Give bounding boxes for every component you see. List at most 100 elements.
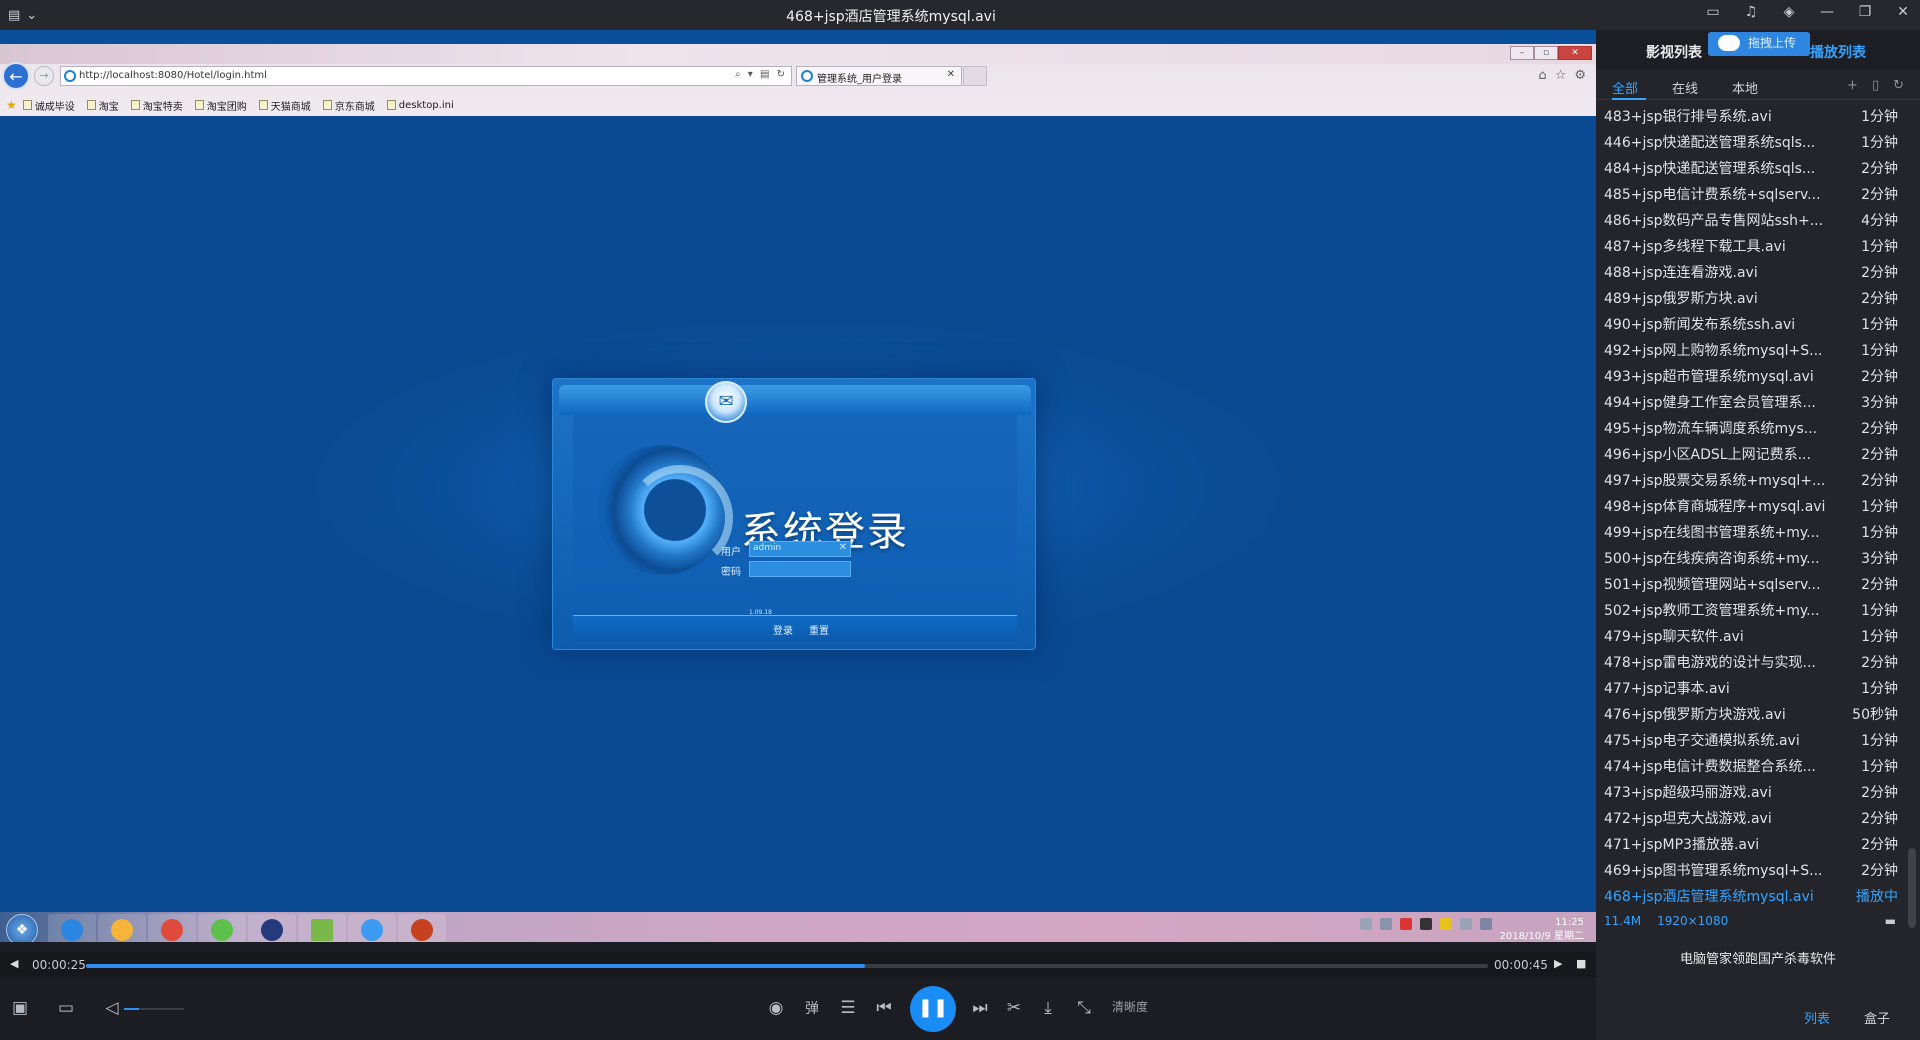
mic-icon[interactable] [1380,918,1392,930]
playlist-item[interactable]: 473+jsp超级玛丽游戏.avi 2分钟 [1596,778,1902,804]
skin-icon[interactable]: ◈ [1778,4,1800,20]
reset-button[interactable]: 重置 [809,622,829,637]
pause-button[interactable]: ❚❚ [910,986,956,1032]
username-input[interactable]: admin ✕ [749,541,851,557]
qq-icon[interactable] [1420,918,1432,930]
tab-online[interactable]: 在线 [1672,78,1698,97]
taskbar-app-chrome[interactable] [148,914,196,942]
favorite-link[interactable]: 淘宝 [86,98,119,113]
media-list-tab[interactable]: 影视列表 [1646,42,1702,62]
eye-icon[interactable]: ◉ [764,998,788,1018]
taskbar-app-player[interactable] [198,914,246,942]
browser-tab[interactable]: 管理系统_用户登录 ✕ [796,66,962,86]
playlist-item[interactable]: 486+jsp数码产品专售网站ssh+... 4分钟 [1596,206,1902,232]
playlist-item[interactable]: 476+jsp俄罗斯方块游戏.avi 50秒钟 [1596,700,1902,726]
fast-forward-icon[interactable]: ▶ [1554,957,1562,970]
tab-list[interactable]: 列表 [1804,1008,1830,1027]
file-icon[interactable]: ▯ [1872,78,1879,93]
playlist-item[interactable]: 494+jsp健身工作室会员管理系... 3分钟 [1596,388,1902,414]
playlist-item[interactable]: 484+jsp快递配送管理系统sqls... 2分钟 [1596,154,1902,180]
danmaku-button[interactable]: 弹 [800,998,824,1018]
rewind-icon[interactable]: ◀ [10,957,18,970]
playlist-item[interactable]: 500+jsp在线疾病咨询系统+my... 3分钟 [1596,544,1902,570]
favorite-link[interactable]: 天猫商城 [258,98,311,113]
browser-close-button[interactable]: ✕ [1558,46,1592,60]
playlist-item[interactable]: 498+jsp体育商城程序+mysql.avi 1分钟 [1596,492,1902,518]
playlist-item[interactable]: 472+jsp坦克大战游戏.avi 2分钟 [1596,804,1902,830]
quality-button[interactable]: 清晰度 [1112,998,1148,1015]
playlist-item[interactable]: 446+jsp快递配送管理系统sqls... 1分钟 [1596,128,1902,154]
toolbox-icon[interactable]: ▣ [8,998,32,1018]
password-input[interactable] [749,561,851,577]
keyboard-icon[interactable] [1360,918,1372,930]
new-tab-button[interactable] [963,66,987,86]
playlist-item[interactable]: 478+jsp雷电游戏的设计与实现... 2分钟 [1596,648,1902,674]
open-folder-icon[interactable]: ▭ [54,998,78,1018]
minimize-button[interactable]: — [1816,4,1838,20]
favorite-link[interactable]: 淘宝特卖 [130,98,183,113]
ad-text[interactable]: 电脑管家领跑国产杀毒软件 [1596,948,1920,967]
playlist-item[interactable]: 490+jsp新闻发布系统ssh.avi 1分钟 [1596,310,1902,336]
bell-icon[interactable]: ♫ [1740,4,1762,20]
favorite-link[interactable]: 淘宝团购 [194,98,247,113]
playlist-item[interactable]: 471+jspMP3播放器.avi 2分钟 [1596,830,1902,856]
tab-all[interactable]: 全部 [1612,78,1638,97]
previous-icon[interactable]: ⏮ [872,998,896,1018]
playlist-item[interactable]: 502+jsp教师工资管理系统+my... 1分钟 [1596,596,1902,622]
playlist-item[interactable]: 496+jsp小区ADSL上网记费系... 2分钟 [1596,440,1902,466]
address-bar[interactable]: http://localhost:8080/Hotel/login.html ⌕… [60,66,792,86]
add-icon[interactable]: + [1847,78,1858,93]
stop-icon[interactable]: ■ [1576,957,1586,970]
playlist-item[interactable]: 499+jsp在线图书管理系统+my... 1分钟 [1596,518,1902,544]
favorite-link[interactable]: 京东商城 [322,98,375,113]
browser-restore-button[interactable]: ▫ [1534,46,1558,60]
playlist-item[interactable]: 497+jsp股票交易系统+mysql+... 2分钟 [1596,466,1902,492]
gear-icon[interactable]: ⚙ [1574,68,1586,83]
taskbar-app-chart[interactable] [298,914,346,942]
playlist-item[interactable]: 488+jsp连连看游戏.avi 2分钟 [1596,258,1902,284]
seek-bar[interactable] [86,964,1488,968]
browser-minimize-button[interactable]: – [1510,46,1534,60]
playlist-item[interactable]: 495+jsp物流车辆调度系统mys... 2分钟 [1596,414,1902,440]
refresh-icon[interactable]: ↻ [1893,78,1904,93]
address-tools-icon[interactable]: ⌕ ▾ ▤ ↻ [735,69,787,80]
play-list-tab[interactable]: 播放列表 [1810,42,1866,62]
scissors-icon[interactable]: ✂ [1002,998,1026,1018]
playlist-item[interactable]: 483+jsp银行排号系统.avi 1分钟 [1596,102,1902,128]
next-icon[interactable]: ⏭ [968,998,992,1018]
back-button[interactable]: ← [2,62,30,90]
favorite-link[interactable]: desktop.ini [386,100,454,111]
playlist-scrollbar[interactable] [1906,108,1918,968]
tab-close-icon[interactable]: ✕ [947,69,955,80]
taskbar-app-eclipse[interactable] [248,914,296,942]
taskbar-app-recorder[interactable] [398,914,446,942]
playlist-item[interactable]: 485+jsp电信计费系统+sqlserv... 2分钟 [1596,180,1902,206]
playlist-item[interactable]: 493+jsp超市管理系统mysql.avi 2分钟 [1596,362,1902,388]
open-folder-icon[interactable]: ▬ [1885,914,1896,928]
tab-box[interactable]: 盒子 [1864,1008,1890,1027]
settings-sliders-icon[interactable]: ☰ [836,998,860,1018]
home-icon[interactable]: ⌂ [1538,68,1546,83]
playlist-item[interactable]: 474+jsp电信计费数据整合系统... 1分钟 [1596,752,1902,778]
taskbar-clock[interactable]: 11:25 2018/10/9 星期二 [1500,916,1584,942]
scrollbar-thumb[interactable] [1908,848,1916,928]
fullscreen-icon[interactable]: ⤡ [1072,998,1096,1018]
playlist-item[interactable]: 475+jsp电子交通模拟系统.avi 1分钟 [1596,726,1902,752]
antivirus-icon[interactable] [1400,918,1412,930]
battery-icon[interactable] [1460,918,1472,930]
restore-button[interactable]: ❐ [1854,4,1876,20]
close-button[interactable]: ✕ [1892,4,1914,20]
taskbar-app-ie2[interactable] [348,914,396,942]
playlist-item[interactable]: 468+jsp酒店管理系统mysql.avi 播放中 [1596,882,1902,908]
playlist-item[interactable]: 469+jsp图书管理系统mysql+S... 2分钟 [1596,856,1902,882]
clear-icon[interactable]: ✕ [839,542,847,553]
volume-slider[interactable] [124,1008,184,1010]
favorite-link[interactable]: 诚成毕设 [22,98,75,113]
taskbar-app-ie[interactable] [48,914,96,942]
playlist-item[interactable]: 489+jsp俄罗斯方块.avi 2分钟 [1596,284,1902,310]
volume-icon[interactable]: ◁ [100,998,124,1018]
drag-upload-button[interactable]: 拖拽上传 [1708,32,1810,56]
feedback-icon[interactable]: ▭ [1702,4,1724,20]
tab-local[interactable]: 本地 [1732,78,1758,97]
login-button[interactable]: 登录 [773,622,793,637]
